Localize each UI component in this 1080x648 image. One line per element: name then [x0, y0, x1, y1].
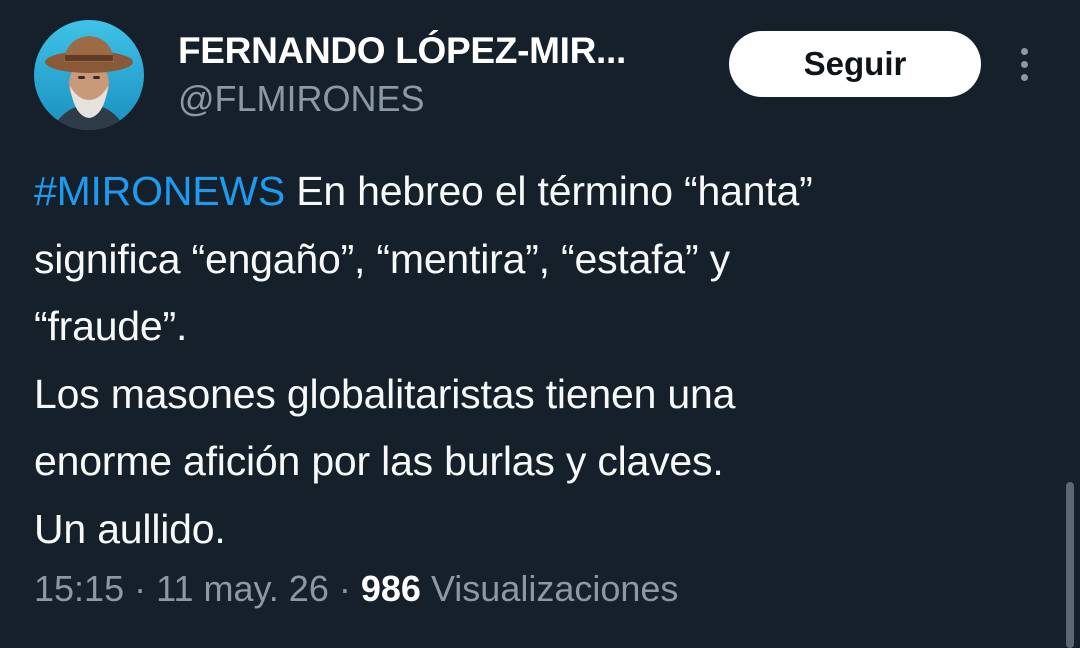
views-count: 986 — [360, 568, 421, 609]
meta-separator: · — [124, 568, 157, 609]
author-display-name[interactable]: FERNANDO LÓPEZ-MIR... — [178, 30, 626, 72]
tweet-line-6: Un aullido. — [34, 505, 226, 552]
tweet-line-4: Los masones globalitaristas tienen una — [34, 370, 736, 417]
avatar[interactable] — [34, 20, 144, 130]
tweet-line-5: enorme afición por las burlas y claves. — [34, 438, 724, 484]
hashtag-link[interactable]: #MIRONEWS — [34, 168, 285, 214]
tweet-date[interactable]: 11 may. 26 — [156, 568, 329, 609]
views-label: Visualizaciones — [420, 568, 679, 609]
more-vertical-icon[interactable] — [1008, 42, 1040, 86]
author-handle[interactable]: @FLMIRONES — [178, 78, 425, 120]
scrollbar[interactable] — [1066, 482, 1074, 648]
tweet-line-3: “fraude”. — [34, 303, 188, 349]
tweet-text: #MIRONEWS En hebreo el término “hanta” s… — [34, 158, 1044, 563]
more-dot — [1020, 73, 1028, 81]
tweet-time[interactable]: 15:15 — [34, 568, 124, 609]
tweet: FERNANDO LÓPEZ-MIR... @FLMIRONES Seguir … — [0, 0, 1080, 648]
tweet-line-1-text: En hebreo el término “hanta” — [285, 168, 813, 214]
user-avatar-icon — [34, 20, 144, 130]
more-dot — [1020, 60, 1028, 68]
follow-button[interactable]: Seguir — [729, 31, 981, 97]
tweet-line-1: #MIRONEWS En hebreo el término “hanta” — [34, 158, 1044, 226]
more-dot — [1020, 47, 1028, 55]
meta-separator: · — [328, 568, 361, 609]
tweet-line-2: significa “engaño”, “mentira”, “estafa” … — [34, 235, 730, 282]
tweet-meta: 15:15 · 11 may. 26 · 986 Visualizaciones — [34, 568, 678, 610]
